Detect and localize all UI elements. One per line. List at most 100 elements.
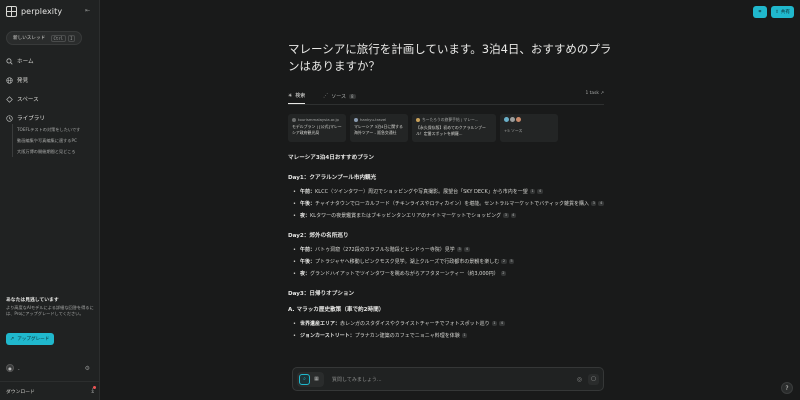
list-item: 午後：プトラジャヤへ移動しピンクモスク見学。湖上クルーズで行政都市の景観を楽しむ…: [288, 258, 608, 267]
section-heading: Day1：クアラルンプール市内観光: [288, 175, 377, 181]
thread-main: マレーシアに旅行を計画しています。3泊4日、おすすめのプランはありますか？ ✳ …: [100, 0, 800, 400]
item-text: 赤レンガのスタダイスやクライストチャーチでフォトスポット巡り: [340, 321, 490, 327]
avatar: ●: [6, 364, 14, 372]
upgrade-button-label: アップグレード: [17, 337, 50, 342]
download-icon[interactable]: ⤓: [91, 386, 96, 395]
research-mode-button[interactable]: ▦: [311, 374, 322, 385]
citation[interactable]: 1: [491, 321, 498, 326]
library-thread-item[interactable]: TOEFLテストの対策をしたいです: [17, 124, 96, 135]
library-thread-list: TOEFLテストの対策をしたいです 動画編集や写真編集に適するPC 大阪万博の開…: [12, 124, 96, 157]
favicon-icon: [292, 117, 296, 122]
citation[interactable]: 4: [499, 321, 505, 326]
sub-heading: A. マラッカ歴史散策（車で約2時間）: [288, 307, 385, 313]
sidebar-item-label: スペース: [17, 97, 39, 103]
list-item: 午前：KLCC（ツインタワー）周辺でショッピングや写真撮影。展望台「SKY DE…: [288, 188, 608, 197]
sidebar-item-home[interactable]: ホーム: [5, 55, 95, 67]
new-thread-label: 新しいスレッド: [13, 36, 46, 41]
citation[interactable]: 3: [590, 201, 597, 206]
globe-icon[interactable]: ◎: [577, 376, 582, 383]
favicon-stack: [504, 117, 554, 122]
user-menu[interactable]: ● ⌄: [6, 364, 20, 372]
list-item: 世界遺産エリア：赤レンガのスタダイスやクライストチャーチでフォトスポット巡り14: [288, 320, 608, 329]
download-row[interactable]: ダウンロード ⤓: [0, 381, 100, 400]
source-title: 【永久保存版】初めてのクアラルンプール！定番スポットを網羅...: [416, 125, 486, 136]
download-label: ダウンロード: [6, 389, 35, 395]
citation[interactable]: 4: [464, 247, 470, 252]
chevron-down-icon: ⌄: [17, 365, 21, 371]
citation[interactable]: 4: [537, 189, 543, 194]
help-button[interactable]: ?: [781, 382, 793, 394]
source-domain-text: ちーたろうの旅夢手帖 | マレー...: [422, 117, 479, 122]
source-domain-text: hankyu-travel: [360, 117, 387, 122]
library-thread-item[interactable]: 動画編集や写真編集に適するPC: [17, 135, 96, 146]
app-name: perplexity: [21, 6, 63, 16]
search-icon: [5, 57, 13, 65]
composer: ⌕ ▦ 質問してみましょう... ◎ ▢: [292, 367, 604, 391]
sidebar-item-spaces[interactable]: スペース: [5, 93, 95, 105]
more-sources-label: +5 ソース: [504, 128, 523, 133]
answer-body: マレーシア3泊4日おすすめプラン Day1：クアラルンプール市内観光 午前：KL…: [288, 153, 608, 344]
upgrade-button[interactable]: ↗ アップグレード: [6, 333, 54, 345]
day3-list: 世界遺産エリア：赤レンガのスタダイスやクライストチャーチでフォトスポット巡り14…: [288, 320, 608, 341]
composer-input[interactable]: 質問してみましょう...: [332, 376, 577, 383]
search-icon: ⌕: [303, 376, 306, 382]
sidebar-item-label: ライブラリ: [17, 116, 45, 122]
collapse-sidebar-icon[interactable]: ⇤: [85, 7, 90, 14]
source-cards: tourismmalaysia.or.jp モデルプラン | [公式]マレーシア…: [288, 114, 604, 142]
sources-count-badge: 8: [348, 93, 356, 99]
user-row: ● ⌄ ⚙: [6, 363, 90, 373]
globe-icon: [5, 76, 13, 84]
sidebar-item-label: ホーム: [17, 59, 34, 65]
square-icon: ▢: [591, 376, 596, 382]
source-title: マレーシア 3泊4日に関する海外ツアー - 阪急交通社: [354, 124, 403, 135]
item-label: 世界遺産エリア：: [300, 321, 341, 327]
tab-label: ソース: [331, 93, 346, 100]
citation[interactable]: 1: [461, 333, 468, 338]
thread-question: マレーシアに旅行を計画しています。3泊4日、おすすめのプランはありますか？: [288, 42, 612, 73]
logo[interactable]: perplexity ⇤: [6, 5, 94, 17]
answer-tabs: ✳ 検索 ⋰ ソース 8 1 task ↗: [288, 88, 604, 105]
citation[interactable]: 3: [503, 213, 509, 218]
source-card[interactable]: ちーたろうの旅夢手帖 | マレー... 【永久保存版】初めてのクアラルンプール！…: [412, 114, 496, 142]
source-domain-text: tourismmalaysia.or.jp: [298, 117, 339, 122]
source-domain: hankyu-travel: [354, 117, 404, 122]
mode-switch: ⌕ ▦: [297, 371, 324, 387]
citation[interactable]: 4: [510, 213, 517, 218]
tasks-label: 1 task: [585, 91, 599, 96]
perplexity-logo-icon: [6, 5, 17, 17]
arrow-up-right-icon: ↗: [10, 336, 15, 342]
list-item: 夜：グランドハイアットでツインタワーを眺めながらアフタヌーンティー（約3,000…: [288, 270, 608, 279]
favicon-icon: [354, 117, 358, 122]
tab-sources[interactable]: ⋰ ソース 8: [323, 88, 356, 104]
search-mode-button[interactable]: ⌕: [299, 373, 310, 385]
library-thread-item[interactable]: 大阪万博の開催期間と見どころ: [17, 146, 96, 157]
citation[interactable]: 5: [508, 259, 515, 264]
source-card[interactable]: tourismmalaysia.or.jp モデルプラン | [公式]マレーシア…: [288, 114, 346, 142]
new-thread-button[interactable]: 新しいスレッド Ctrl I: [6, 31, 82, 45]
sidebar-item-library[interactable]: ライブラリ: [5, 112, 95, 124]
sidebar-item-discover[interactable]: 発見: [5, 74, 95, 86]
gear-icon[interactable]: ⚙: [85, 365, 90, 372]
citation[interactable]: 2: [500, 271, 507, 276]
citation[interactable]: 1: [529, 189, 536, 194]
tab-search[interactable]: ✳ 検索: [288, 88, 306, 104]
promo-title: あなたは見逃しています: [6, 298, 59, 303]
library-icon: [5, 114, 13, 122]
tasks-link[interactable]: 1 task ↗: [585, 91, 604, 96]
citation[interactable]: 2: [501, 259, 507, 264]
sidebar: perplexity ⇤ 新しいスレッド Ctrl I ホーム 発見 スペース: [0, 0, 100, 400]
citation[interactable]: 4: [598, 201, 604, 206]
kbd-i: I: [67, 34, 75, 42]
attach-button[interactable]: ▢: [588, 373, 599, 385]
list-item: 午前：バトゥ洞窟（272段のカラフルな階段とヒンドゥー寺院）見学34: [288, 246, 608, 255]
grid-icon: ▦: [314, 376, 319, 382]
notification-dot: [93, 386, 96, 389]
item-label: 午前：: [300, 189, 316, 195]
sidebar-item-label: 発見: [17, 78, 29, 84]
source-card[interactable]: hankyu-travel マレーシア 3泊4日に関する海外ツアー - 阪急交通…: [350, 114, 408, 142]
arrow-up-right-icon: ↗: [600, 91, 604, 96]
promo-body: より高度なAIモデルによる詳細な回答を得るには、Proにアップグレードしてくださ…: [6, 305, 94, 317]
citation[interactable]: 3: [456, 247, 463, 252]
more-sources-card[interactable]: +5 ソース: [500, 114, 558, 142]
item-text: KLCC（ツインタワー）周辺でショッピングや写真撮影。展望台「SKY DECK」…: [315, 189, 528, 195]
